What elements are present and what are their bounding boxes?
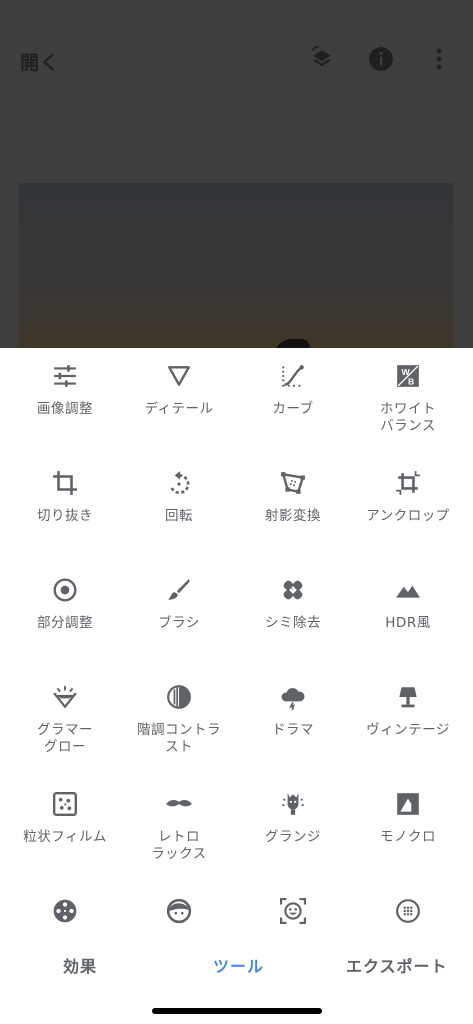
tool-perspective[interactable]: 射影変換: [234, 455, 352, 555]
photo-preview: [19, 183, 453, 351]
tool-label: ヴィンテージ: [366, 722, 450, 738]
tool-grainy-film[interactable]: 粒状フィルム: [6, 776, 124, 876]
tool-label: 射影変換: [265, 508, 321, 524]
tool-retrolux[interactable]: レトロ ラックス: [120, 776, 238, 876]
tools-sheet: 画像調整 ディテール カーブ WB ホワイト バランス 切り抜き 回転 射影変換: [0, 348, 473, 928]
tool-glamour-glow[interactable]: グラマー グロー: [6, 669, 124, 769]
tool-label: ブラシ: [158, 615, 200, 631]
svg-text:B: B: [408, 377, 414, 387]
tool-brush[interactable]: ブラシ: [120, 562, 238, 662]
tab-tools[interactable]: ツール: [213, 953, 264, 977]
home-indicator: [152, 1008, 322, 1014]
tool-label: ホワイト バランス: [380, 401, 436, 434]
tool-label: 階調コントラ スト: [137, 722, 221, 755]
selective-icon: [49, 574, 81, 606]
retrolux-icon: [163, 788, 195, 820]
tune-icon: [49, 360, 81, 392]
tool-label: 粒状フィルム: [23, 829, 107, 845]
triangle-icon: [163, 360, 195, 392]
healing-icon: [277, 574, 309, 606]
tool-crop[interactable]: 切り抜き: [6, 455, 124, 555]
tool-expand[interactable]: アンクロップ: [349, 455, 467, 555]
tool-grunge[interactable]: グランジ: [234, 776, 352, 876]
editor-background: 開く: [0, 0, 473, 351]
tool-curves[interactable]: カーブ: [234, 348, 352, 448]
tool-hdr[interactable]: HDR風: [349, 562, 467, 662]
glamour-glow-icon: [49, 681, 81, 713]
tool-drama[interactable]: ドラマ: [234, 669, 352, 769]
tool-portrait[interactable]: [120, 883, 238, 928]
tool-label: カーブ: [272, 401, 314, 417]
open-button[interactable]: 開く: [20, 48, 60, 75]
tool-label: グラマー グロー: [37, 722, 93, 755]
tool-label: ドラマ: [272, 722, 314, 738]
tool-label: グランジ: [265, 829, 321, 845]
tool-selective[interactable]: 部分調整: [6, 562, 124, 662]
tool-label: ディテール: [144, 401, 214, 417]
info-icon[interactable]: [366, 44, 396, 74]
tool-label: 回転: [165, 508, 193, 524]
crop-icon: [49, 467, 81, 499]
tool-label: アンクロップ: [366, 508, 450, 524]
tool-label: 切り抜き: [37, 508, 93, 524]
layers-history-icon[interactable]: [307, 44, 337, 74]
tool-label: レトロ ラックス: [151, 829, 207, 862]
rotate-icon: [163, 467, 195, 499]
bw-icon: [392, 788, 424, 820]
tool-details[interactable]: ディテール: [120, 348, 238, 448]
expand-icon: [392, 467, 424, 499]
drama-icon: [277, 681, 309, 713]
tool-tune-image[interactable]: 画像調整: [6, 348, 124, 448]
tool-frames[interactable]: [349, 883, 467, 928]
tool-label: 画像調整: [37, 401, 93, 417]
face-detect-icon: [277, 895, 309, 927]
tool-label: HDR風: [385, 615, 431, 631]
tool-tonal-contrast[interactable]: 階調コントラ スト: [120, 669, 238, 769]
tool-black-white[interactable]: モノクロ: [349, 776, 467, 876]
tonal-contrast-icon: [163, 681, 195, 713]
tool-film[interactable]: [6, 883, 124, 928]
film-reel-icon: [49, 895, 81, 927]
tool-healing[interactable]: シミ除去: [234, 562, 352, 662]
more-vert-icon[interactable]: [424, 44, 454, 74]
tool-label: 部分調整: [37, 615, 93, 631]
tab-effects[interactable]: 効果: [63, 953, 97, 977]
bottom-nav: 効果 ツール エクスポート: [0, 928, 473, 1024]
brush-icon: [163, 574, 195, 606]
curves-icon: [277, 360, 309, 392]
hdr-icon: [392, 574, 424, 606]
tab-export[interactable]: エクスポート: [346, 953, 448, 977]
grainy-film-icon: [49, 788, 81, 820]
frames-icon: [392, 895, 424, 927]
tool-label: シミ除去: [265, 615, 321, 631]
tool-head-pose[interactable]: [234, 883, 352, 928]
tool-white-balance[interactable]: WB ホワイト バランス: [349, 348, 467, 448]
perspective-icon: [277, 467, 309, 499]
tool-vintage[interactable]: ヴィンテージ: [349, 669, 467, 769]
svg-text:W: W: [402, 367, 411, 377]
tool-rotate[interactable]: 回転: [120, 455, 238, 555]
grunge-icon: [277, 788, 309, 820]
vintage-icon: [392, 681, 424, 713]
top-app-bar: 開く: [0, 30, 473, 90]
tool-label: モノクロ: [380, 829, 436, 845]
wb-icon: WB: [392, 360, 424, 392]
face-icon: [163, 895, 195, 927]
